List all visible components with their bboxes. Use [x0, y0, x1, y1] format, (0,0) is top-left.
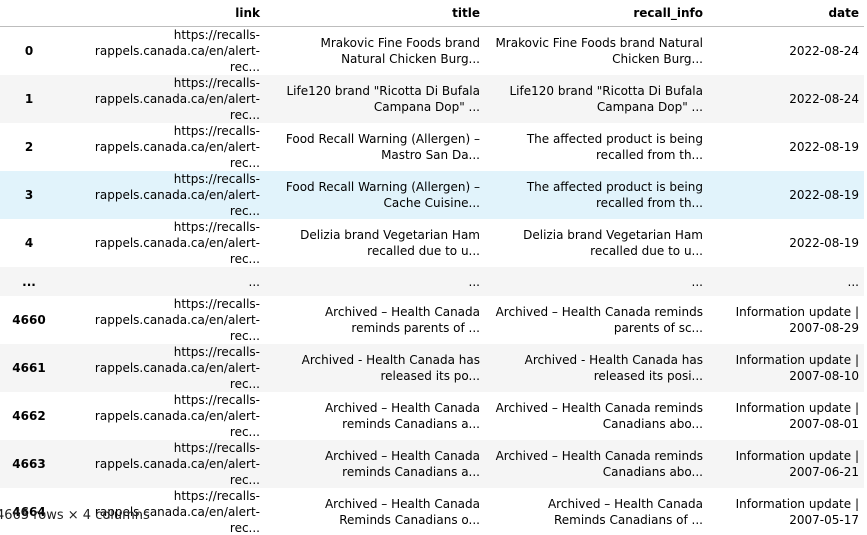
table-row-ellipsis: ... ... ... ... ... [0, 267, 864, 296]
cell-title: ... [468, 274, 480, 289]
row-index: 4662 [12, 409, 46, 423]
cell-title: Life120 brand "Ricotta Di Bufala Campana… [286, 84, 481, 114]
cell-recall-info: Mrakovic Fine Foods brand Natural Chicke… [495, 36, 703, 66]
column-header-title: title [265, 0, 485, 27]
cell-link: https://recalls-rappels.canada.ca/en/ale… [94, 172, 260, 218]
table-row: 4661 https://recalls-rappels.canada.ca/e… [0, 344, 864, 392]
table-header: link title recall_info date [0, 0, 864, 27]
table-row: 4 https://recalls-rappels.canada.ca/en/a… [0, 219, 864, 267]
row-index: 3 [24, 188, 34, 202]
table-row: 2 https://recalls-rappels.canada.ca/en/a… [0, 123, 864, 171]
header-row: link title recall_info date [0, 0, 864, 27]
cell-date: Information update | 2007-05-17 [735, 497, 859, 527]
cell-title: Food Recall Warning (Allergen) – Cache C… [285, 180, 480, 210]
cell-date: Information update | 2007-08-10 [735, 353, 859, 383]
row-index: 4660 [12, 313, 46, 327]
row-index: 0 [24, 44, 34, 58]
cell-link: https://recalls-rappels.canada.ca/en/ale… [94, 124, 260, 170]
cell-recall-info: The affected product is being recalled f… [526, 132, 703, 162]
cell-link: https://recalls-rappels.canada.ca/en/ale… [94, 441, 260, 487]
cell-date: ... [847, 274, 859, 289]
cell-recall-info: Archived – Health Canada reminds Canadia… [495, 449, 703, 479]
cell-link: https://recalls-rappels.canada.ca/en/ale… [94, 297, 260, 343]
row-index: 1 [24, 92, 34, 106]
cell-title: Food Recall Warning (Allergen) – Mastro … [285, 132, 480, 162]
cell-link: https://recalls-rappels.canada.ca/en/ale… [94, 220, 260, 266]
cell-link: https://recalls-rappels.canada.ca/en/ale… [94, 345, 260, 391]
row-index: 4 [24, 236, 34, 250]
cell-title: Mrakovic Fine Foods brand Natural Chicke… [320, 36, 481, 66]
row-index: 4661 [12, 361, 46, 375]
row-index: 4663 [12, 457, 46, 471]
table-row-hovered: 3 https://recalls-rappels.canada.ca/en/a… [0, 171, 864, 219]
cell-date: 2022-08-19 [789, 188, 859, 202]
column-header-date: date [708, 0, 864, 27]
cell-title: Archived – Health Canada reminds Canadia… [324, 401, 480, 431]
dataframe-shape-summary: 4665 rows × 4 columns [0, 508, 150, 523]
cell-link: ... [248, 274, 260, 289]
cell-link: https://recalls-rappels.canada.ca/en/ale… [94, 393, 260, 439]
column-header-link: link [62, 0, 265, 27]
row-index: ... [22, 274, 36, 289]
cell-recall-info: Archived - Health Canada has released it… [524, 353, 703, 383]
table-row: 0 https://recalls-rappels.canada.ca/en/a… [0, 27, 864, 76]
header-index-corner [0, 0, 62, 27]
cell-recall-info: Archived – Health Canada reminds Canadia… [495, 401, 703, 431]
table-row: 1 https://recalls-rappels.canada.ca/en/a… [0, 75, 864, 123]
cell-title: Archived - Health Canada has released it… [301, 353, 480, 383]
row-index: 2 [24, 140, 34, 154]
cell-date: Information update | 2007-08-29 [735, 305, 859, 335]
dataframe-table: link title recall_info date 0 https://re… [0, 0, 864, 535]
table-row: 4662 https://recalls-rappels.canada.ca/e… [0, 392, 864, 440]
cell-title: Delizia brand Vegetarian Ham recalled du… [300, 228, 480, 258]
cell-title: Archived – Health Canada reminds Canadia… [324, 449, 480, 479]
table-row: 4660 https://recalls-rappels.canada.ca/e… [0, 296, 864, 344]
cell-recall-info: The affected product is being recalled f… [526, 180, 703, 210]
cell-date: 2022-08-19 [789, 140, 859, 154]
cell-link: https://recalls-rappels.canada.ca/en/ale… [94, 28, 260, 74]
cell-date: 2022-08-19 [789, 236, 859, 250]
dataframe-output: link title recall_info date 0 https://re… [0, 0, 864, 535]
cell-recall-info: ... [691, 274, 703, 289]
cell-recall-info: Life120 brand "Ricotta Di Bufala Campana… [509, 84, 704, 114]
cell-date: 2022-08-24 [789, 44, 859, 58]
cell-link: https://recalls-rappels.canada.ca/en/ale… [94, 76, 260, 122]
cell-title: Archived – Health Canada Reminds Canadia… [324, 497, 480, 527]
table-body: 0 https://recalls-rappels.canada.ca/en/a… [0, 27, 864, 535]
column-header-recall-info: recall_info [485, 0, 708, 27]
cell-title: Archived – Health Canada reminds parents… [324, 305, 480, 335]
cell-recall-info: Archived – Health Canada Reminds Canadia… [547, 497, 703, 527]
cell-recall-info: Delizia brand Vegetarian Ham recalled du… [523, 228, 703, 258]
cell-recall-info: Archived – Health Canada reminds parents… [495, 305, 703, 335]
cell-date: Information update | 2007-08-01 [735, 401, 859, 431]
table-row: 4663 https://recalls-rappels.canada.ca/e… [0, 440, 864, 488]
cell-date: 2022-08-24 [789, 92, 859, 106]
cell-date: Information update | 2007-06-21 [735, 449, 859, 479]
